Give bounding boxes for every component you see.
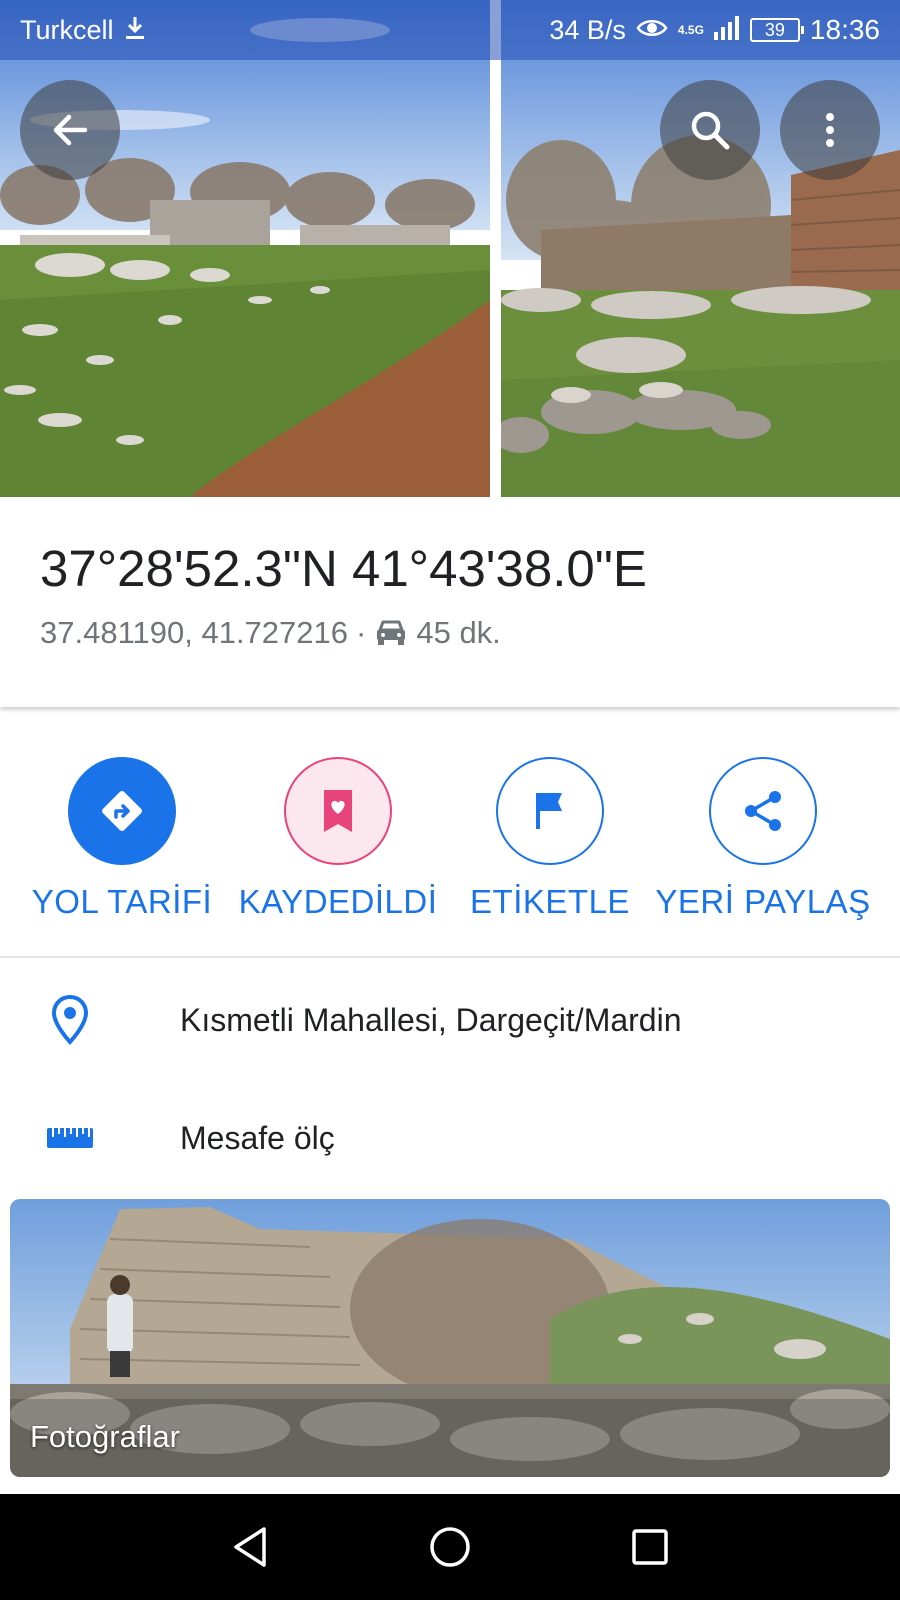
search-button[interactable] xyxy=(660,80,760,180)
decimal-coordinates: 37.481190, 41.727216 xyxy=(40,615,349,650)
directions-label: YOL TARİFİ xyxy=(31,883,213,920)
measure-distance-row[interactable]: Mesafe ölç xyxy=(0,1088,900,1188)
system-nav-bar xyxy=(0,1494,900,1600)
battery-level: 39 xyxy=(764,19,785,40)
saved-bookmark-icon xyxy=(324,790,352,832)
clock: 18:36 xyxy=(809,14,880,45)
download-icon xyxy=(124,15,146,46)
address-row[interactable]: Kısmetli Mahallesi, Dargeçit/Mardin xyxy=(0,970,900,1070)
share-label: YERİ PAYLAŞ xyxy=(655,883,871,920)
status-bar: Turkcell 34 B/s 4.5G 39 18:36 xyxy=(0,0,900,60)
directions-icon xyxy=(102,791,142,831)
more-vert-icon xyxy=(826,113,834,147)
carrier-name: Turkcell xyxy=(20,14,114,45)
battery-icon: 39 xyxy=(749,18,804,42)
place-photo-left[interactable] xyxy=(0,0,490,497)
address-text: Kısmetli Mahallesi, Dargeçit/Mardin xyxy=(180,1001,682,1038)
location-pin-icon xyxy=(40,994,100,1046)
back-button[interactable] xyxy=(20,80,120,180)
saved-circle[interactable] xyxy=(284,757,392,865)
measure-distance-text: Mesafe ölç xyxy=(180,1119,335,1156)
separator-dot: · xyxy=(356,615,367,650)
status-left: Turkcell xyxy=(20,15,146,46)
place-header: 37°28'52.3"N 41°43'38.0"E 37.481190, 41.… xyxy=(0,497,900,707)
car-icon xyxy=(374,618,408,648)
more-options-button[interactable] xyxy=(780,80,880,180)
network-speed: 34 B/s xyxy=(549,14,626,45)
action-buttons: YOL TARİFİ KAYDEDİLDİ ETİKETLE YERİ PAYL… xyxy=(0,740,900,940)
place-title: 37°28'52.3"N 41°43'38.0"E xyxy=(40,540,647,597)
nav-back-button[interactable] xyxy=(224,1521,276,1573)
drive-time: 45 dk. xyxy=(416,615,501,650)
label-circle[interactable] xyxy=(496,757,604,865)
back-arrow-icon xyxy=(53,114,88,146)
status-right: 34 B/s 4.5G 39 18:36 xyxy=(549,14,880,46)
directions-button[interactable]: YOL TARİFİ xyxy=(12,757,232,921)
eye-comfort-icon xyxy=(636,17,668,44)
saved-label: KAYDEDİLDİ xyxy=(238,883,438,920)
photos-card[interactable]: Fotoğraflar xyxy=(10,1199,890,1477)
place-subtitle: 37.481190, 41.727216 · 45 dk. xyxy=(40,615,501,651)
nav-recent-icon xyxy=(632,1529,668,1565)
ruler-icon xyxy=(40,1125,100,1151)
search-icon xyxy=(691,111,730,150)
label-label: ETİKETLE xyxy=(470,883,630,920)
nav-back-icon xyxy=(234,1527,266,1567)
signal-icon xyxy=(713,15,740,45)
directions-circle[interactable] xyxy=(68,757,176,865)
share-circle[interactable] xyxy=(709,757,817,865)
saved-button[interactable]: KAYDEDİLDİ xyxy=(228,757,448,921)
nav-home-icon xyxy=(430,1527,470,1567)
nav-home-button[interactable] xyxy=(424,1521,476,1573)
share-button[interactable]: YERİ PAYLAŞ xyxy=(653,757,873,921)
nav-recent-button[interactable] xyxy=(624,1521,676,1573)
photos-card-label: Fotoğraflar xyxy=(30,1419,180,1454)
flag-icon xyxy=(536,793,562,829)
label-button[interactable]: ETİKETLE xyxy=(440,757,660,921)
section-divider xyxy=(0,956,900,958)
network-type: 4.5G xyxy=(677,23,704,37)
header-photos xyxy=(0,0,900,497)
share-icon xyxy=(745,791,781,831)
place-photo-right[interactable] xyxy=(501,0,900,497)
